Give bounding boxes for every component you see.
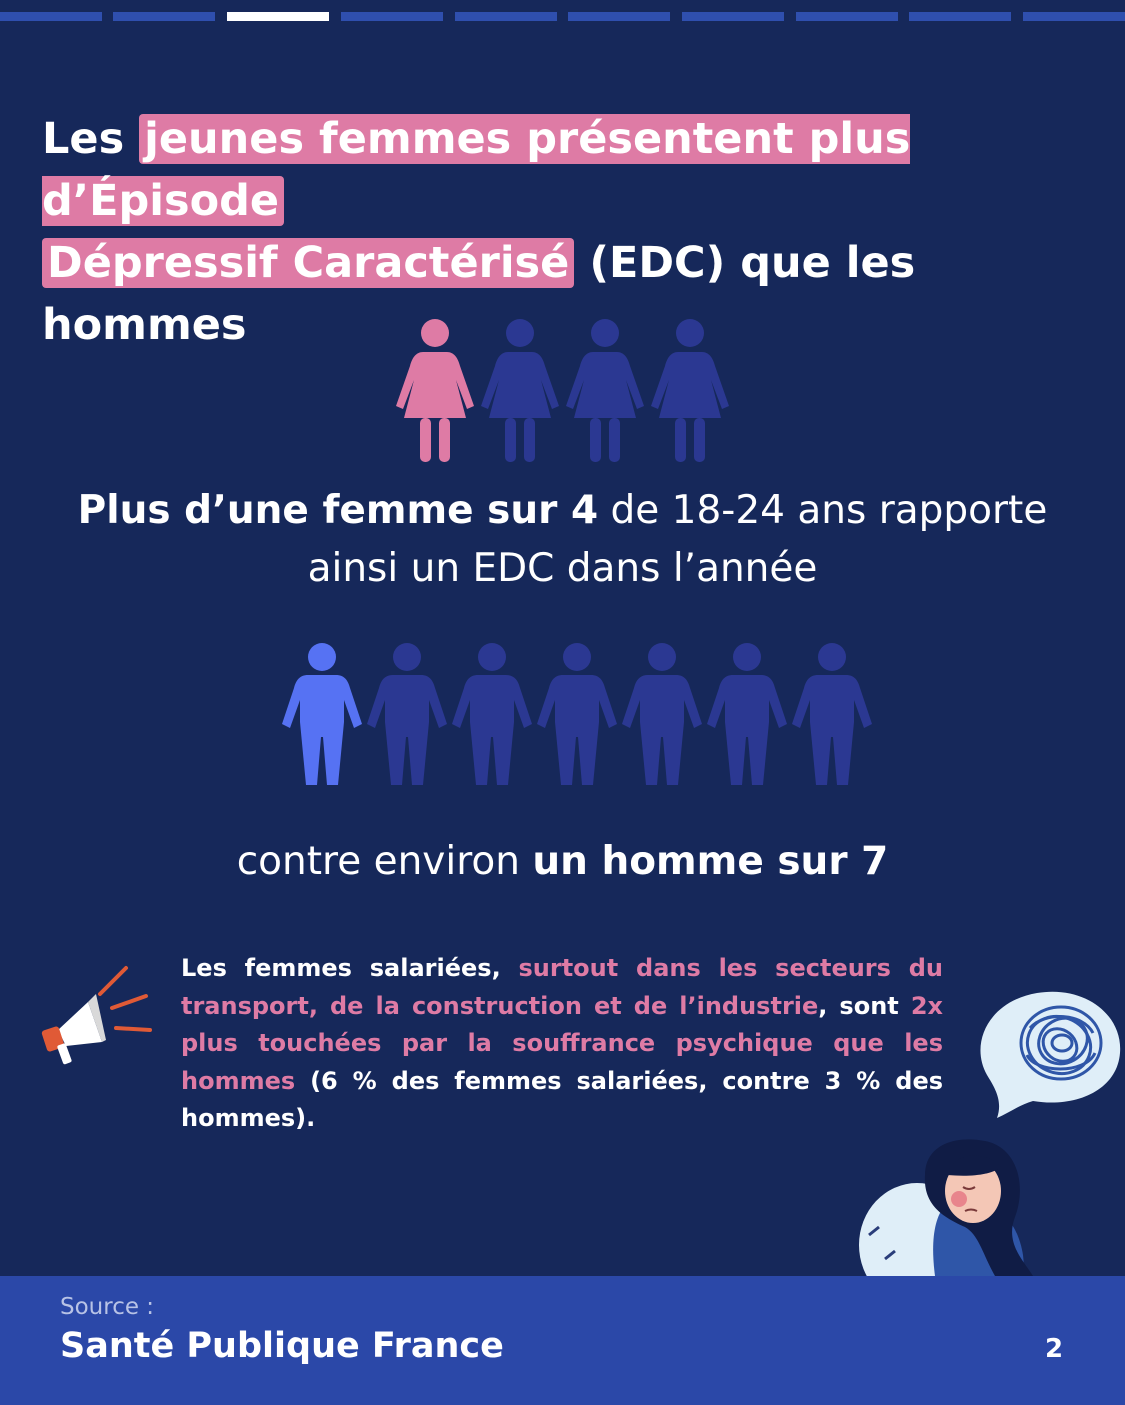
body-part-5: (6 % des femmes salariées, contre 3 % de… [181, 1066, 943, 1133]
progress-segment[interactable] [113, 12, 215, 21]
sad-woman-illustration [859, 1139, 1033, 1276]
progress-segment[interactable] [0, 12, 102, 21]
body-text: Les femmes salariées, surtout dans les s… [181, 950, 943, 1138]
progress-segment[interactable] [455, 12, 557, 21]
title-highlight-1: jeunes femmes présentent plus d’Épisode [42, 114, 911, 226]
megaphone-icon [41, 966, 152, 1065]
man-figure-icon [367, 643, 447, 785]
stat-men-normal: contre environ [236, 839, 533, 884]
stat-men: contre environ un homme sur 7 [40, 833, 1085, 891]
source-label: Source : [60, 1294, 155, 1320]
progress-segment[interactable] [682, 12, 784, 21]
woman-figure-icon [481, 319, 559, 462]
stat-women-rest-1: de 18-24 ans rapporte [598, 488, 1048, 533]
progress-segment[interactable] [568, 12, 670, 21]
woman-figure-icon [651, 319, 729, 462]
title-highlight-2: Dépressif Caractérisé [42, 238, 575, 288]
man-figure-icon [537, 643, 617, 785]
progress-bar [0, 12, 1125, 22]
thought-bubble-icon [980, 991, 1121, 1118]
man-figure-highlighted-icon [282, 643, 362, 785]
stat-women: Plus d’une femme sur 4 de 18-24 ans rapp… [40, 482, 1085, 598]
title-pre: Les [42, 114, 125, 164]
men-figures [282, 642, 877, 787]
man-figure-icon [707, 643, 787, 785]
stat-women-bold: Plus d’une femme sur 4 [77, 488, 599, 533]
man-figure-icon [622, 643, 702, 785]
progress-segment[interactable] [1023, 12, 1125, 21]
stat-women-rest-2: ainsi un EDC dans l’année [307, 546, 818, 591]
progress-segment[interactable] [796, 12, 898, 21]
woman-figure-highlighted-icon [396, 319, 474, 462]
woman-figure-icon [566, 319, 644, 462]
stat-men-bold: un homme sur 7 [532, 839, 889, 884]
women-figures [396, 318, 736, 463]
source-name: Santé Publique France [60, 1326, 504, 1366]
man-figure-icon [792, 643, 872, 785]
progress-segment[interactable] [341, 12, 443, 21]
man-figure-icon [452, 643, 532, 785]
body-part-1: Les femmes salariées, [181, 954, 519, 982]
progress-segment-active[interactable] [227, 12, 329, 21]
page-number: 2 [1045, 1334, 1064, 1364]
progress-segment[interactable] [909, 12, 1011, 21]
body-part-3: , sont [818, 991, 911, 1020]
